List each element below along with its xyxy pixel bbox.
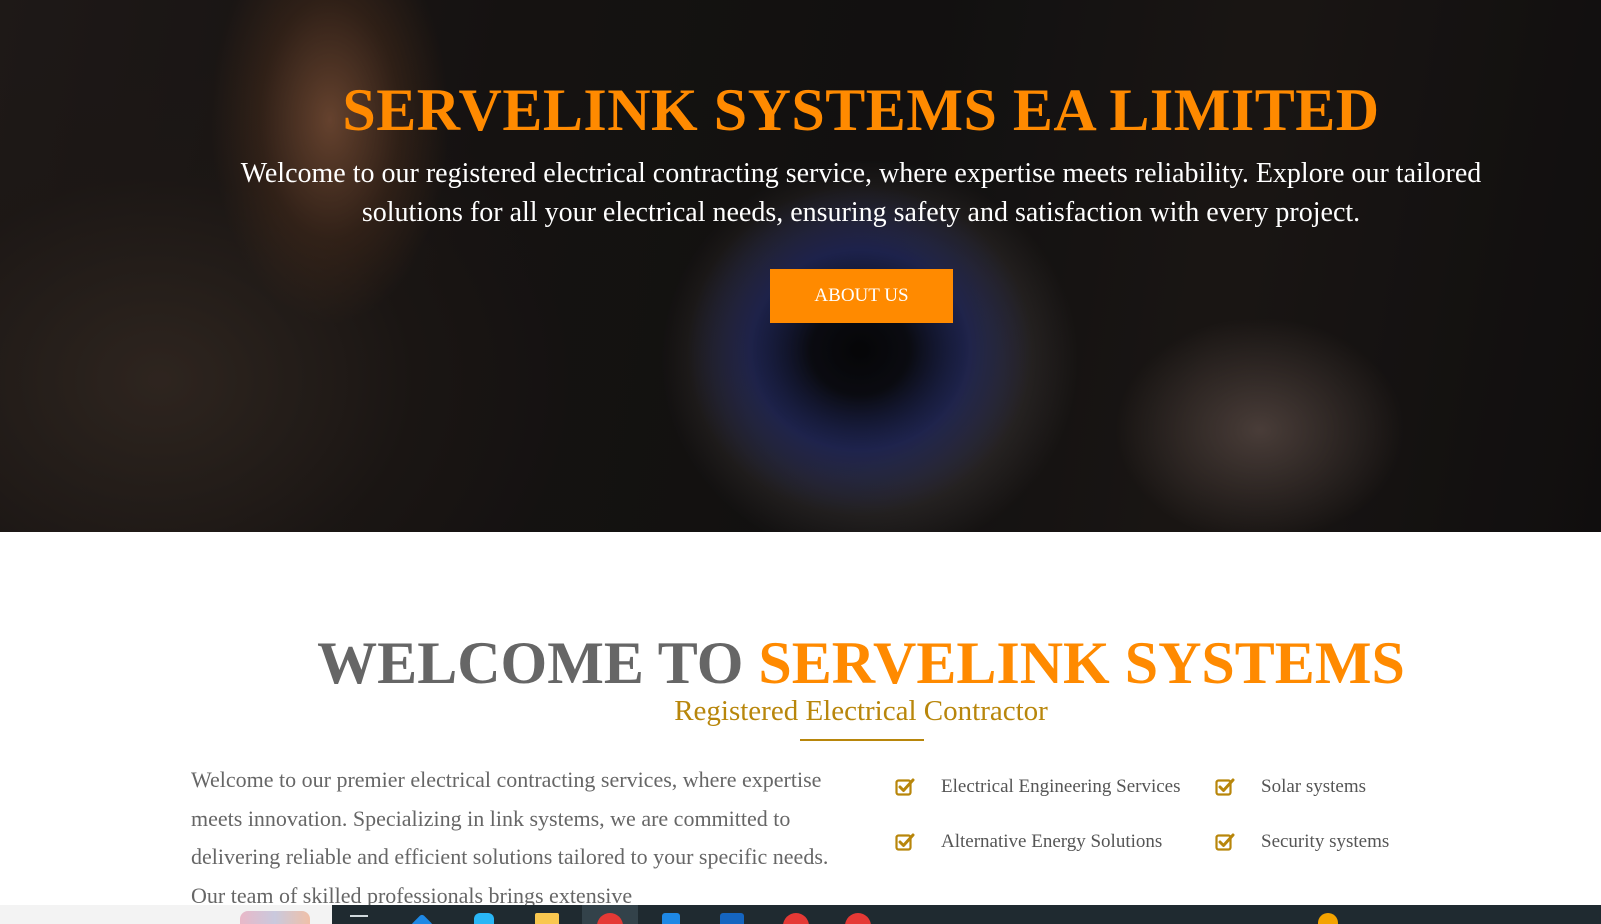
feature-item: Electrical Engineering Services [895,772,1181,802]
feature-label: Alternative Energy Solutions [941,831,1163,852]
taskbar-search-area[interactable] [0,905,332,924]
store-icon[interactable] [474,913,494,924]
vscode-icon[interactable] [662,913,680,924]
hero-subtitle: Welcome to our registered electrical con… [240,158,1482,228]
hero-section: SERVELINK SYSTEMS EA LIMITED Welcome to … [0,0,1601,532]
feature-item: Solar systems [1215,772,1366,802]
welcome-heading-accent: SERVELINK SYSTEMS [758,630,1405,696]
welcome-subtitle: Registered Electrical Contractor [674,695,1048,727]
feature-label: Solar systems [1261,776,1367,797]
feature-item: Security systems [1215,827,1389,857]
check-square-icon [1215,833,1235,851]
file-explorer-icon[interactable] [535,913,559,924]
weather-icon[interactable] [240,911,310,924]
divider [800,739,924,741]
chrome-profile-2-icon[interactable] [845,913,871,924]
feature-item: Alternative Energy Solutions [895,827,1162,857]
welcome-heading-prefix: WELCOME TO [317,630,759,696]
chrome-profile-icon[interactable] [783,913,809,924]
check-square-icon [895,833,915,851]
hero-title: SERVELINK SYSTEMS EA LIMITED [342,77,1380,143]
notification-icon[interactable] [1318,913,1338,924]
feature-label: Electrical Engineering Services [941,776,1181,797]
feature-label: Security systems [1261,831,1390,852]
os-taskbar [0,905,1601,924]
edge-icon[interactable] [410,913,434,924]
check-square-icon [1215,778,1235,796]
word-icon[interactable] [720,913,744,924]
check-square-icon [895,778,915,796]
task-view-icon[interactable] [350,915,368,924]
welcome-body-text: Welcome to our premier electrical contra… [191,767,829,908]
about-us-button[interactable]: ABOUT US [770,269,953,323]
welcome-heading: WELCOME TO SERVELINK SYSTEMS [0,628,1601,698]
